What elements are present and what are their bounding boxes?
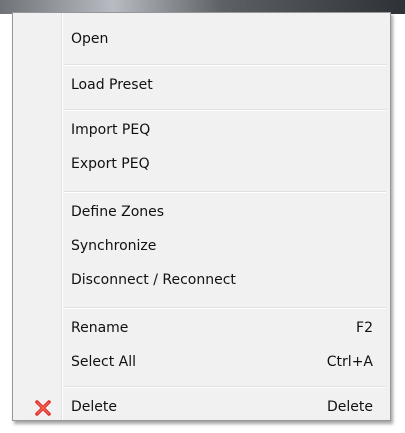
menu-item-delete[interactable]: Delete Delete: [16, 393, 387, 423]
context-menu: Open Load Preset Import PEQ Export PEQ D…: [12, 12, 391, 421]
delete-x-icon: [34, 399, 52, 417]
menu-item-import-peq[interactable]: Import PEQ: [16, 116, 387, 146]
menu-separator: [64, 191, 386, 193]
menu-item-label: Delete: [71, 399, 117, 415]
menu-separator: [64, 64, 386, 66]
menu-item-label: Rename: [71, 320, 129, 336]
menu-separator: [64, 109, 386, 111]
menu-separator: [64, 386, 386, 388]
menu-item-label: Load Preset: [71, 77, 153, 93]
menu-item-synchronize[interactable]: Synchronize: [16, 232, 387, 262]
menu-item-label: Export PEQ: [71, 156, 150, 172]
menu-item-label: Open: [71, 31, 109, 47]
menu-item-export-peq[interactable]: Export PEQ: [16, 150, 387, 180]
menu-item-shortcut: Ctrl+A: [326, 354, 373, 370]
menu-item-define-zones[interactable]: Define Zones: [16, 198, 387, 228]
menu-item-label: Synchronize: [71, 238, 157, 254]
menu-item-disconnect-reconnect[interactable]: Disconnect / Reconnect: [16, 266, 387, 296]
menu-item-select-all[interactable]: Select All Ctrl+A: [16, 348, 387, 378]
menu-item-rename[interactable]: Rename F2: [16, 314, 387, 344]
menu-item-label: Select All: [71, 354, 136, 370]
menu-item-label: Import PEQ: [71, 122, 151, 138]
menu-item-shortcut: F2: [356, 320, 373, 336]
menu-item-load-preset[interactable]: Load Preset: [16, 71, 387, 101]
menu-item-label: Disconnect / Reconnect: [71, 272, 236, 288]
menu-item-shortcut: Delete: [327, 399, 373, 415]
menu-item-label: Define Zones: [71, 204, 165, 220]
menu-separator: [64, 307, 386, 309]
menu-item-open[interactable]: Open: [16, 25, 387, 55]
